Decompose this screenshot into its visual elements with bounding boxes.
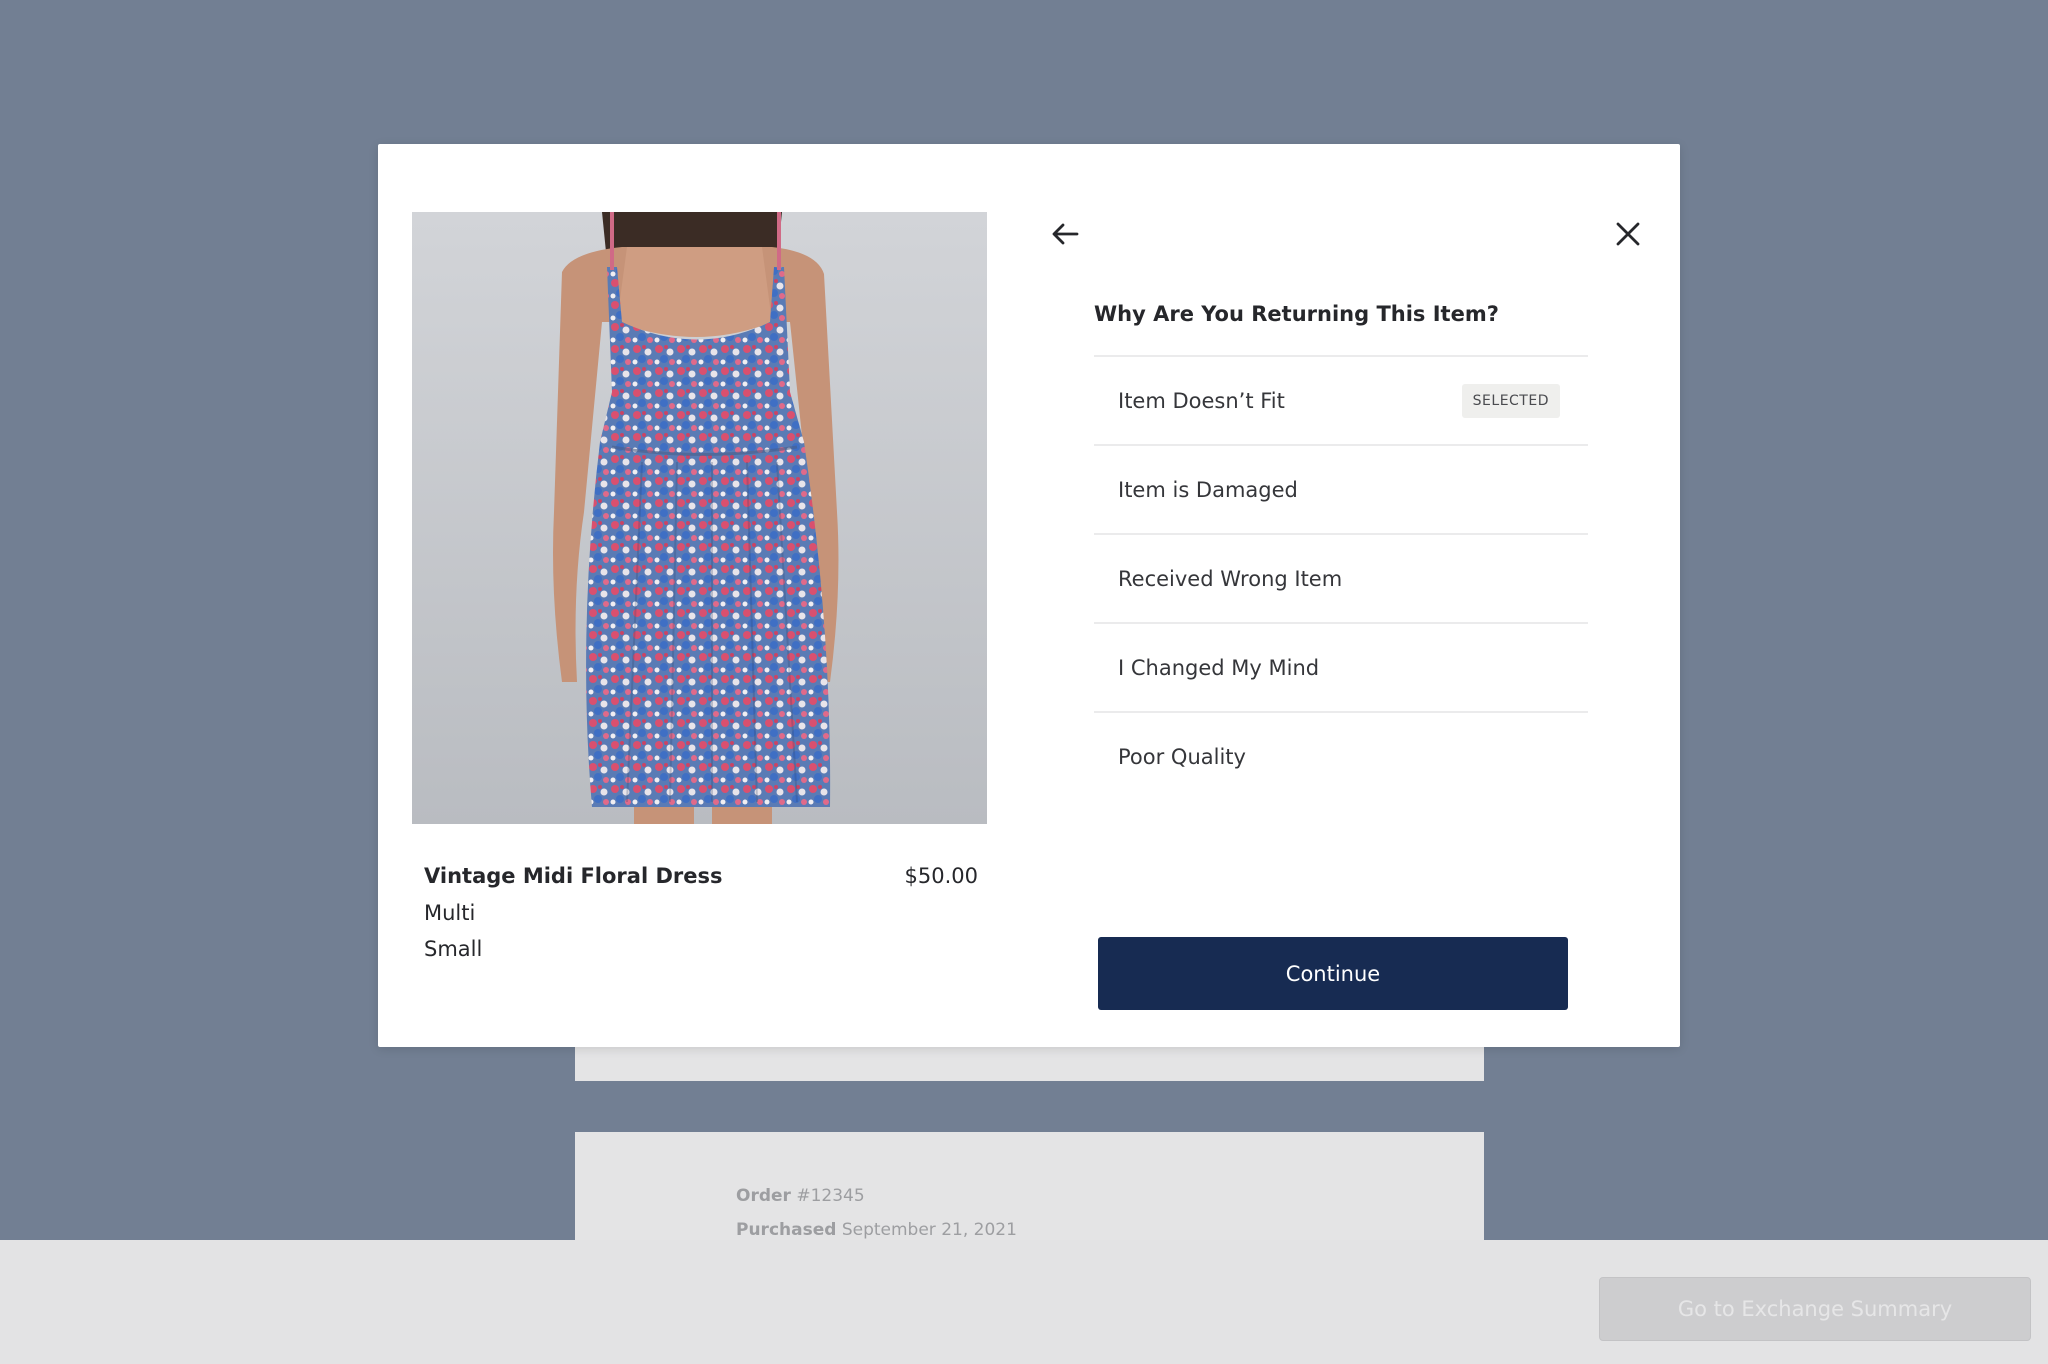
product-name: Vintage Midi Floral Dress bbox=[424, 864, 723, 888]
reason-option-changed-my-mind[interactable]: I Changed My Mind bbox=[1094, 622, 1588, 711]
reason-label: I Changed My Mind bbox=[1118, 655, 1320, 680]
reason-option-item-doesnt-fit[interactable]: Item Doesn’t Fit SELECTED bbox=[1094, 355, 1588, 444]
reason-option-poor-quality[interactable]: Poor Quality bbox=[1094, 711, 1588, 800]
reason-option-item-is-damaged[interactable]: Item is Damaged bbox=[1094, 444, 1588, 533]
product-color: Multi bbox=[424, 901, 476, 925]
product-image bbox=[412, 212, 987, 824]
order-purchased-dimmed: Purchased September 21, 2021 bbox=[736, 1220, 1017, 1240]
reason-label: Item Doesn’t Fit bbox=[1118, 388, 1285, 413]
background-order-card bbox=[575, 1132, 1484, 1240]
close-button[interactable] bbox=[1606, 212, 1650, 256]
return-reason-modal: Vintage Midi Floral Dress $50.00 Multi S… bbox=[378, 144, 1680, 1047]
product-price: $50.00 bbox=[904, 864, 978, 888]
return-reason-list: Item Doesn’t Fit SELECTED Item is Damage… bbox=[1094, 355, 1588, 800]
order-number-dimmed: Order #12345 bbox=[736, 1186, 865, 1206]
close-icon bbox=[1616, 222, 1640, 246]
reason-label: Poor Quality bbox=[1118, 744, 1246, 769]
floral-dress-photo bbox=[412, 212, 987, 824]
return-reason-question: Why Are You Returning This Item? bbox=[1094, 302, 1499, 326]
reason-option-received-wrong-item[interactable]: Received Wrong Item bbox=[1094, 533, 1588, 622]
back-button[interactable] bbox=[1043, 212, 1087, 256]
continue-button[interactable]: Continue bbox=[1098, 937, 1568, 1010]
go-to-exchange-summary-button[interactable]: Go to Exchange Summary bbox=[1599, 1277, 2031, 1341]
arrow-left-icon bbox=[1052, 223, 1079, 245]
product-size: Small bbox=[424, 937, 483, 961]
selected-badge: SELECTED bbox=[1461, 384, 1560, 418]
reason-label: Item is Damaged bbox=[1118, 477, 1298, 502]
reason-label: Received Wrong Item bbox=[1118, 566, 1343, 591]
